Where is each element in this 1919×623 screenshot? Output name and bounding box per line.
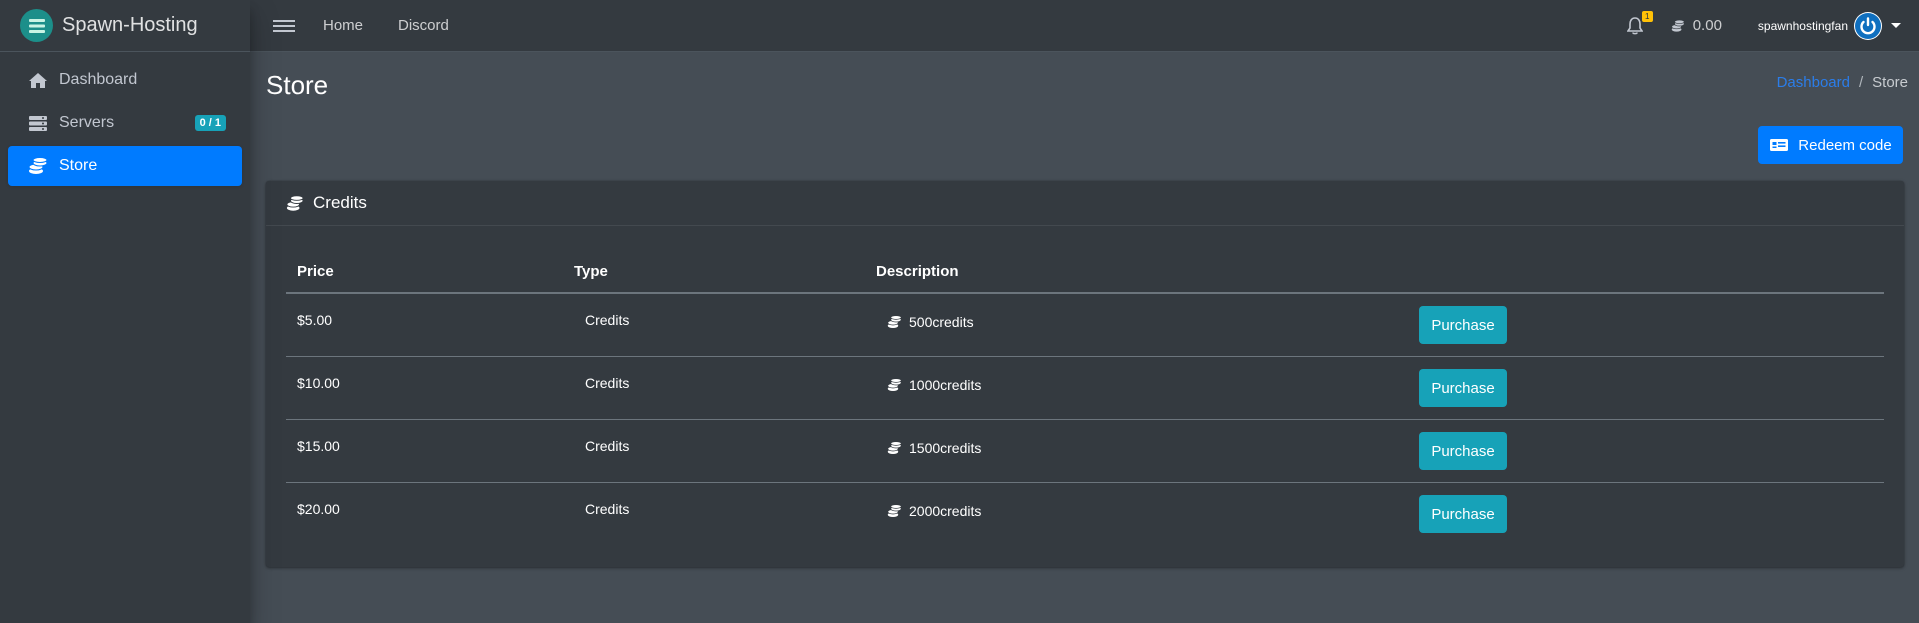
action-cell: Purchase <box>1419 357 1884 407</box>
coins-icon <box>887 441 902 454</box>
breadcrumb: Dashboard / Store <box>1777 74 1908 91</box>
description-cell: 1500credits <box>887 420 1419 458</box>
price-cell: $20.00 <box>297 501 340 517</box>
purchase-button[interactable]: Purchase <box>1419 369 1507 407</box>
home-icon <box>27 70 49 90</box>
sidebar-item-store[interactable]: Store <box>8 146 242 186</box>
server-icon <box>27 113 49 133</box>
price-cell: $15.00 <box>297 438 340 454</box>
servers-count-badge: 0 / 1 <box>194 115 226 131</box>
nav-link-discord[interactable]: Discord <box>398 17 449 34</box>
action-cell: Purchase <box>1419 483 1884 533</box>
credits-card: Credits Price Type Description $5.00 Cre… <box>266 181 1904 567</box>
user-menu[interactable]: spawnhostingfan <box>1757 11 1901 40</box>
notifications-badge: 1 <box>1641 10 1653 22</box>
coins-icon <box>27 156 49 176</box>
top-navbar: Home Discord 1 0.00 spawnhostingfan <box>250 0 1919 52</box>
type-cell: Credits <box>585 438 630 454</box>
action-cell: Purchase <box>1419 294 1884 344</box>
type-cell: Credits <box>585 501 630 517</box>
coins-icon <box>887 315 902 328</box>
description-cell: 500credits <box>887 294 1419 332</box>
redeem-code-label: Redeem code <box>1798 136 1892 154</box>
coins-icon <box>1671 19 1685 32</box>
nav-link-home[interactable]: Home <box>323 17 363 34</box>
sidebar-nav: Dashboard Servers 0 / 1 Store <box>0 52 250 186</box>
sidebar-item-servers[interactable]: Servers 0 / 1 <box>8 103 242 143</box>
card-header: Credits <box>266 181 1904 226</box>
table-row: $15.00 Credits 1500credits Purchase <box>286 420 1884 483</box>
price-cell: $5.00 <box>297 312 333 328</box>
table-header: Price Type Description <box>286 251 1884 294</box>
purchase-button[interactable]: Purchase <box>1419 432 1507 470</box>
sidebar-item-label: Dashboard <box>59 71 138 88</box>
description-text: 500credits <box>909 314 974 330</box>
sidebar-item-dashboard[interactable]: Dashboard <box>8 60 242 100</box>
chevron-down-icon <box>1891 23 1901 28</box>
credits-balance-value: 0.00 <box>1692 17 1722 34</box>
description-cell: 1000credits <box>887 357 1419 395</box>
page-title: Store <box>266 70 329 100</box>
credits-balance: 0.00 <box>1671 17 1722 34</box>
description-text: 1000credits <box>909 377 982 393</box>
purchase-button[interactable]: Purchase <box>1419 306 1507 344</box>
coins-icon <box>887 378 902 391</box>
coins-icon <box>286 194 304 211</box>
column-header-description: Description <box>876 263 959 280</box>
sidebar-item-label: Store <box>59 157 98 174</box>
column-header-price: Price <box>297 263 334 280</box>
breadcrumb-current: Store <box>1872 74 1908 91</box>
table-row: $20.00 Credits 2000credits Purchase <box>286 483 1884 546</box>
notifications-bell-icon[interactable]: 1 <box>1626 10 1653 35</box>
avatar <box>1854 11 1882 40</box>
redeem-code-button[interactable]: Redeem code <box>1758 126 1903 164</box>
description-text: 2000credits <box>909 503 982 519</box>
action-cell: Purchase <box>1419 420 1884 470</box>
breadcrumb-dashboard-link[interactable]: Dashboard <box>1777 74 1850 91</box>
type-cell: Credits <box>585 312 630 328</box>
coins-icon <box>887 504 902 517</box>
sidebar-item-label: Servers <box>59 114 115 131</box>
brand-logo-icon <box>20 9 53 42</box>
products-table: Price Type Description $5.00 Credits 500… <box>286 251 1884 546</box>
table-row: $10.00 Credits 1000credits Purchase <box>286 357 1884 420</box>
table-row: $5.00 Credits 500credits Purchase <box>286 294 1884 357</box>
description-cell: 2000credits <box>887 483 1419 521</box>
type-cell: Credits <box>585 375 630 391</box>
purchase-button[interactable]: Purchase <box>1419 495 1507 533</box>
column-header-type: Type <box>574 263 608 280</box>
navbar-right: 1 0.00 spawnhostingfan <box>1626 10 1919 40</box>
breadcrumb-separator: / <box>1858 74 1864 91</box>
brand[interactable]: Spawn-Hosting <box>0 0 250 52</box>
ticket-icon <box>1770 139 1789 151</box>
sidebar: Spawn-Hosting Dashboard Servers 0 / 1 St… <box>0 0 250 623</box>
power-icon <box>1855 12 1881 39</box>
card-title: Credits <box>313 193 367 212</box>
price-cell: $10.00 <box>297 375 340 391</box>
brand-name: Spawn-Hosting <box>62 14 198 36</box>
description-text: 1500credits <box>909 440 982 456</box>
menu-toggle-icon[interactable] <box>273 17 295 35</box>
username: spawnhostingfan <box>1757 18 1848 33</box>
